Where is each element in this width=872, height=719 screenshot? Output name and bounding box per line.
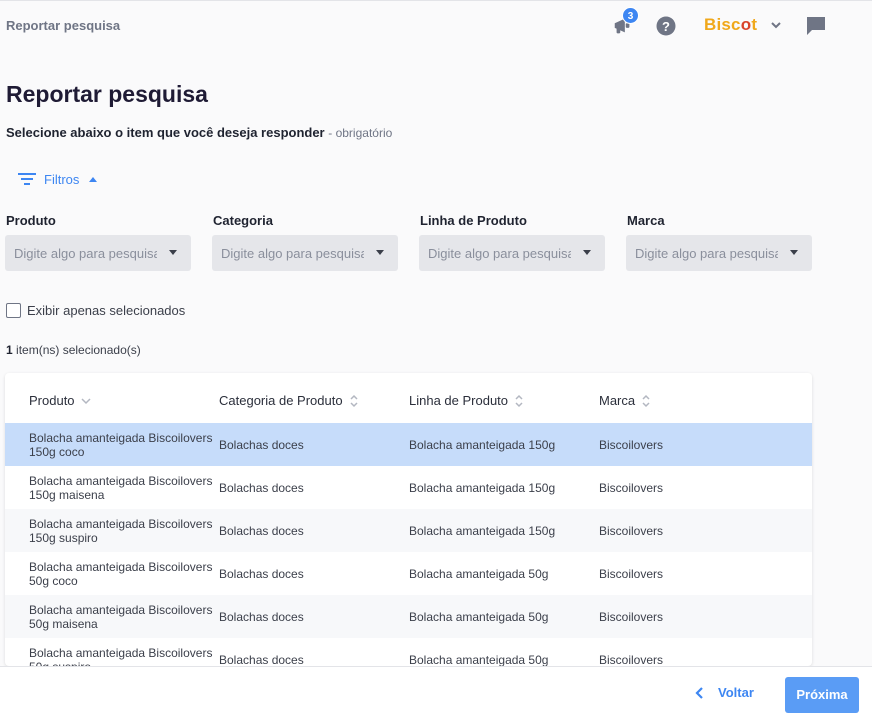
brand-text-left: Bisc: [704, 15, 741, 34]
selected-count-text: item(ns) selecionado(s): [12, 343, 141, 357]
subtitle-text: Selecione abaixo o item que você deseja …: [6, 125, 325, 140]
filter-marca-label: Marca: [627, 213, 665, 228]
column-label: Linha de Produto: [409, 393, 509, 408]
page-title: Reportar pesquisa: [6, 81, 208, 107]
footer-bar: Voltar Próxima: [0, 666, 872, 719]
cell-categoria: Bolachas doces: [219, 566, 304, 581]
sort-icon: [350, 394, 358, 407]
cell-produto: Bolacha amanteigada Biscoilovers 50g mai…: [29, 602, 213, 631]
chevron-left-icon: [695, 686, 703, 699]
filter-produto-select[interactable]: [5, 235, 191, 271]
only-selected-toggle[interactable]: Exibir apenas selecionados: [6, 303, 185, 318]
cell-linha: Bolacha amanteigada 150g: [409, 437, 556, 452]
selected-count: 1 item(ns) selecionado(s): [6, 343, 141, 357]
column-header-linha[interactable]: Linha de Produto: [409, 393, 524, 408]
cell-linha: Bolacha amanteigada 150g: [409, 523, 556, 538]
svg-text:?: ?: [662, 19, 670, 34]
back-button[interactable]: Voltar: [694, 685, 754, 700]
chat-icon[interactable]: [806, 16, 826, 36]
column-header-marca[interactable]: Marca: [599, 393, 651, 408]
brand-logo[interactable]: Biscot: [704, 15, 757, 35]
only-selected-checkbox[interactable]: [6, 303, 21, 318]
filters-toggle[interactable]: Filtros: [18, 168, 98, 190]
cell-marca: Biscoilovers: [599, 480, 664, 495]
column-label: Marca: [599, 393, 636, 408]
sort-desc-icon: [81, 397, 91, 404]
cell-categoria: Bolachas doces: [219, 523, 304, 538]
cell-categoria: Bolachas doces: [219, 609, 304, 624]
cell-produto: Bolacha amanteigada Biscoilovers 150g su…: [29, 516, 213, 545]
column-header-produto[interactable]: Produto: [29, 393, 91, 408]
table-row[interactable]: Bolacha amanteigada Biscoilovers 150g su…: [5, 509, 812, 552]
cell-linha: Bolacha amanteigada 50g: [409, 609, 549, 624]
cell-categoria: Bolachas doces: [219, 652, 304, 667]
column-label: Produto: [29, 393, 75, 408]
cell-marca: Biscoilovers: [599, 437, 664, 452]
filter-produto-label: Produto: [6, 213, 56, 228]
top-bar: Reportar pesquisa 3 ? Biscot: [0, 0, 872, 50]
dropdown-arrow-icon[interactable]: [790, 250, 798, 255]
notification-badge: 3: [622, 7, 639, 24]
table-header: Produto Categoria de Produto Linha de Pr…: [5, 373, 812, 423]
required-hint: - obrigatório: [328, 126, 393, 140]
cell-marca: Biscoilovers: [599, 652, 664, 667]
chevron-down-icon[interactable]: [770, 19, 782, 31]
cell-marca: Biscoilovers: [599, 523, 664, 538]
cell-produto: Bolacha amanteigada Biscoilovers 50g coc…: [29, 559, 213, 588]
cell-produto: Bolacha amanteigada Biscoilovers 50g sus…: [29, 645, 213, 667]
items-table: Produto Categoria de Produto Linha de Pr…: [5, 373, 812, 666]
filter-linha-select[interactable]: [419, 235, 605, 271]
cell-linha: Bolacha amanteigada 50g: [409, 652, 549, 667]
filter-linha-input[interactable]: [419, 235, 571, 271]
filter-icon: [18, 173, 36, 185]
filter-produto-input[interactable]: [5, 235, 157, 271]
table-row[interactable]: Bolacha amanteigada Biscoilovers 50g sus…: [5, 638, 812, 667]
breadcrumb[interactable]: Reportar pesquisa: [6, 18, 120, 33]
help-icon[interactable]: ?: [656, 16, 676, 36]
filter-linha-label: Linha de Produto: [420, 213, 527, 228]
sort-icon: [642, 394, 650, 407]
cell-linha: Bolacha amanteigada 50g: [409, 566, 549, 581]
back-label: Voltar: [718, 685, 754, 700]
filter-categoria-label: Categoria: [213, 213, 273, 228]
dropdown-arrow-icon[interactable]: [583, 250, 591, 255]
cell-marca: Biscoilovers: [599, 609, 664, 624]
column-label: Categoria de Produto: [219, 393, 343, 408]
cell-produto: Bolacha amanteigada Biscoilovers 150g ma…: [29, 473, 213, 502]
dropdown-arrow-icon[interactable]: [376, 250, 384, 255]
brand-text-right: t: [751, 15, 758, 34]
filter-categoria-input[interactable]: [212, 235, 364, 271]
cell-linha: Bolacha amanteigada 150g: [409, 480, 556, 495]
cell-categoria: Bolachas doces: [219, 480, 304, 495]
filter-categoria-select[interactable]: [212, 235, 398, 271]
cell-categoria: Bolachas doces: [219, 437, 304, 452]
table-row[interactable]: Bolacha amanteigada Biscoilovers 50g coc…: [5, 552, 812, 595]
cell-marca: Biscoilovers: [599, 566, 664, 581]
only-selected-label: Exibir apenas selecionados: [27, 303, 186, 318]
next-button[interactable]: Próxima: [785, 677, 859, 713]
table-row[interactable]: Bolacha amanteigada Biscoilovers 150g co…: [5, 423, 812, 466]
column-header-categoria[interactable]: Categoria de Produto: [219, 393, 359, 408]
selected-count-number: 1: [6, 343, 13, 357]
filter-marca-input[interactable]: [626, 235, 778, 271]
filter-marca-select[interactable]: [626, 235, 812, 271]
table-row[interactable]: Bolacha amanteigada Biscoilovers 150g ma…: [5, 466, 812, 509]
sort-icon: [515, 394, 523, 407]
cell-produto: Bolacha amanteigada Biscoilovers 150g co…: [29, 430, 213, 459]
brand-text-dot: o: [740, 15, 752, 34]
dropdown-arrow-icon[interactable]: [169, 250, 177, 255]
table-row[interactable]: Bolacha amanteigada Biscoilovers 50g mai…: [5, 595, 812, 638]
filters-label: Filtros: [44, 171, 80, 187]
page-subtitle: Selecione abaixo o item que você deseja …: [6, 125, 392, 140]
caret-up-icon: [89, 176, 98, 182]
